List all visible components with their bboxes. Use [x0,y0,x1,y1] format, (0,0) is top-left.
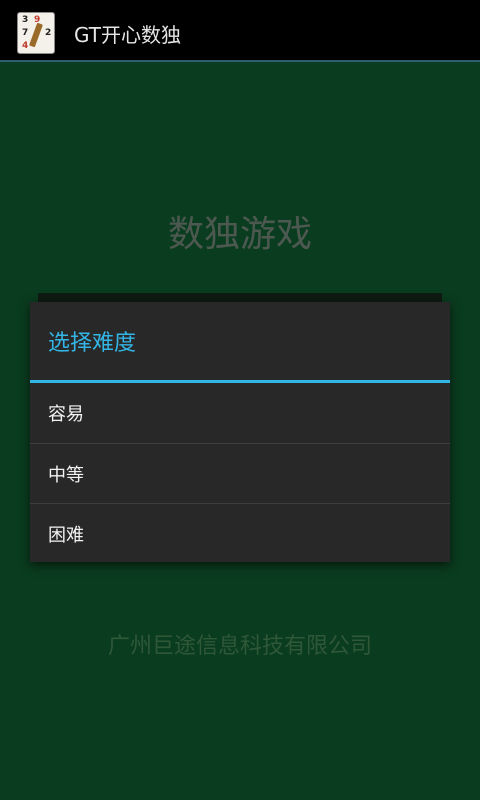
difficulty-dialog: 选择难度 容易 中等 困难 [30,302,450,562]
sudoku-app-icon[interactable]: 3 9 7 2 4 [17,12,55,54]
icon-digit: 2 [45,28,52,38]
company-name: 广州巨途信息科技有限公司 [107,634,372,659]
app-title: GT开心数独 [74,22,182,47]
game-title: 数独游戏 [167,214,312,255]
icon-digit: 7 [22,28,29,38]
action-bar: 3 9 7 2 4 GT开心数独 [0,6,480,60]
difficulty-option-easy[interactable]: 容易 [30,383,450,443]
icon-digit: 4 [22,41,29,51]
difficulty-option-hard[interactable]: 困难 [30,504,450,564]
dialog-title: 选择难度 [48,331,137,356]
difficulty-option-medium[interactable]: 中等 [30,444,450,504]
pencil-icon [29,22,43,48]
icon-digit: 3 [22,15,29,25]
action-bar-divider [0,60,480,62]
